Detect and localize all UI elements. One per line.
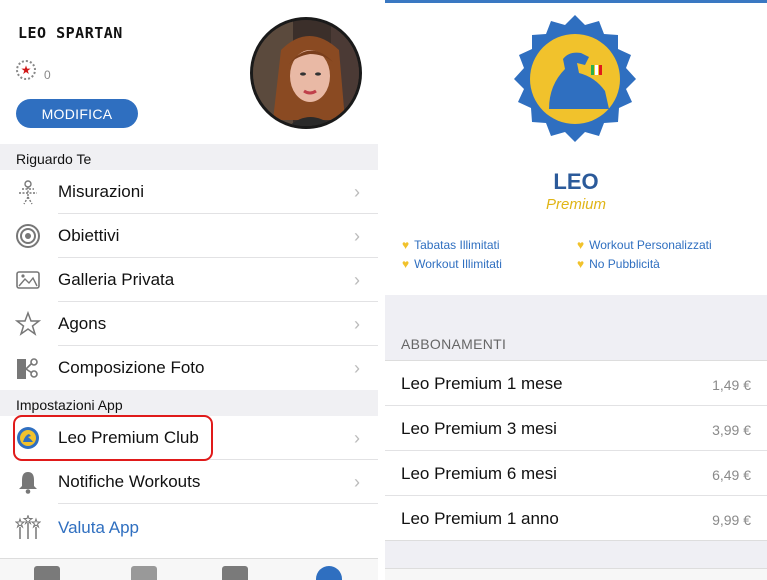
avatar[interactable] xyxy=(250,17,362,129)
feature-item: ♥ Workout Illimitati xyxy=(402,257,502,271)
plan-row[interactable]: Leo Premium 3 mesi 3,99 € xyxy=(385,406,767,451)
menu-item-valuta-app[interactable]: Valuta App xyxy=(0,506,378,550)
menu-item-galleria-privata[interactable]: Galleria Privata › xyxy=(0,258,378,302)
chevron-right-icon: › xyxy=(354,182,360,202)
plan-row[interactable]: Leo Premium 1 anno 9,99 € xyxy=(385,496,767,541)
menu-item-label: Composizione Foto xyxy=(58,358,205,377)
chevron-right-icon: › xyxy=(354,472,360,492)
chevron-right-icon: › xyxy=(354,226,360,246)
premium-screen: LEO Premium ♥ Tabatas Illimitati ♥ Workout… xyxy=(385,0,767,580)
heart-icon: ♥ xyxy=(402,257,410,271)
plan-row[interactable]: Leo Premium 6 mesi 6,49 € xyxy=(385,451,767,496)
menu-item-notifiche-workouts[interactable]: Notifiche Workouts › xyxy=(0,460,378,504)
plan-name: Leo Premium 6 mesi xyxy=(401,464,557,483)
tab-calendar-icon[interactable] xyxy=(131,566,157,580)
menu-item-label: Obiettivi xyxy=(58,226,120,245)
menu-item-agons[interactable]: Agons › xyxy=(0,302,378,346)
photo-composition-icon xyxy=(15,355,41,381)
menu-item-label: Notifiche Workouts xyxy=(58,472,201,491)
menu-item-misurazioni[interactable]: Misurazioni › xyxy=(0,170,378,214)
plan-row[interactable]: Leo Premium 1 mese 1,49 € xyxy=(385,361,767,406)
body-measure-icon xyxy=(15,179,41,205)
feature-label: Tabatas Illimitati xyxy=(414,238,500,252)
plan-name: Leo Premium 1 anno xyxy=(401,509,559,528)
bell-icon xyxy=(15,469,41,495)
menu-item-label: Valuta App xyxy=(58,518,139,537)
subscriptions-header: ABBONAMENTI xyxy=(401,336,507,352)
feature-label: Workout Personalizzati xyxy=(589,238,712,252)
heart-icon: ♥ xyxy=(402,238,410,252)
menu-item-label: Agons xyxy=(58,314,107,333)
plan-name: Leo Premium 1 mese xyxy=(401,374,563,393)
plan-price: 9,99 € xyxy=(712,512,751,528)
heart-icon: ♥ xyxy=(577,238,585,252)
section-settings: Impostazioni App xyxy=(0,390,378,416)
tab-timer-icon[interactable] xyxy=(222,566,248,580)
profile-screen: LEO SPARTAN ★ 0 MODIFICA Riguardo Te Mis… xyxy=(0,0,378,580)
feature-item: ♥ No Pubblicità xyxy=(577,257,660,271)
subscription-list: Leo Premium 1 mese 1,49 € Leo Premium 3 … xyxy=(385,360,767,541)
plan-name: Leo Premium 3 mesi xyxy=(401,419,557,438)
target-icon xyxy=(15,223,41,249)
premium-subtitle: Premium xyxy=(545,196,606,213)
menu-item-obiettivi[interactable]: Obiettivi › xyxy=(0,214,378,258)
tab-profile-icon[interactable] xyxy=(316,566,342,580)
gallery-icon xyxy=(15,267,41,293)
chevron-right-icon: › xyxy=(354,314,360,334)
highlight-box xyxy=(13,415,213,461)
plan-price: 1,49 € xyxy=(712,377,751,393)
screen-divider xyxy=(378,0,385,580)
feature-label: Workout Illimitati xyxy=(414,257,502,271)
avatar-photo xyxy=(253,20,359,126)
premium-badge-icon xyxy=(505,13,645,153)
feature-item: ♥ Tabatas Illimitati xyxy=(402,238,500,252)
menu-item-label: Galleria Privata xyxy=(58,270,175,289)
plan-price: 6,49 € xyxy=(712,467,751,483)
edit-profile-button[interactable]: MODIFICA xyxy=(16,99,138,128)
chevron-right-icon: › xyxy=(354,270,360,290)
feature-item: ♥ Workout Personalizzati xyxy=(577,238,712,252)
username: LEO SPARTAN xyxy=(18,24,123,42)
star-badge-icon: ★ xyxy=(16,60,36,80)
star-outline-icon xyxy=(15,311,41,337)
tab-dashboard-icon[interactable] xyxy=(34,566,60,580)
rate-app-icon xyxy=(15,515,41,541)
star-count: 0 xyxy=(44,68,51,82)
plan-price: 3,99 € xyxy=(712,422,751,438)
feature-label: No Pubblicità xyxy=(589,257,660,271)
chevron-right-icon: › xyxy=(354,428,360,448)
section-about: Riguardo Te xyxy=(0,144,378,170)
tab-bar xyxy=(0,558,378,580)
heart-icon: ♥ xyxy=(577,257,585,271)
chevron-right-icon: › xyxy=(354,358,360,378)
tab-bar xyxy=(385,568,767,580)
divider xyxy=(58,503,378,504)
menu-item-composizione-foto[interactable]: Composizione Foto › xyxy=(0,346,378,390)
premium-title: LEO xyxy=(553,169,599,194)
menu-item-label: Misurazioni xyxy=(58,182,144,201)
